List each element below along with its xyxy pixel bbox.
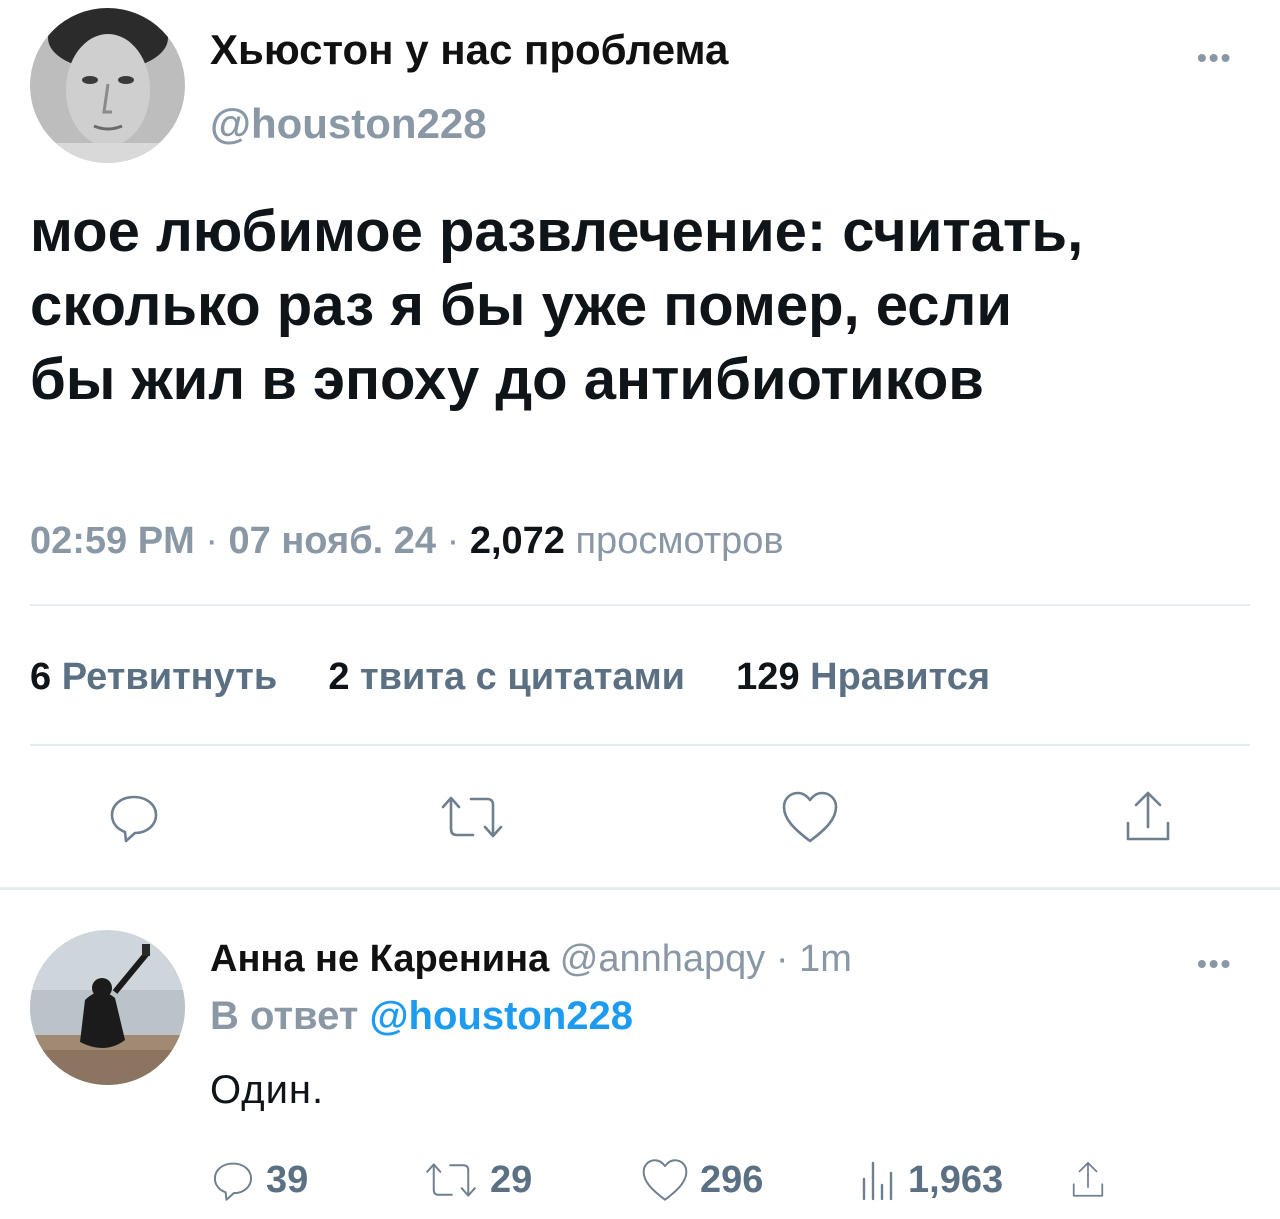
like-icon [642, 1159, 688, 1201]
reply-author-avatar[interactable] [30, 930, 185, 1085]
reply-header: Анна не Каренина @annhapqy · 1m [210, 938, 852, 981]
more-options-icon[interactable]: ••• [1197, 44, 1232, 72]
tweet-text-line: бы жил в эпоху до антибиотиков [30, 347, 984, 412]
reply-likes-button[interactable]: 296 [640, 1157, 763, 1203]
reply-context: В ответ @houston228 [210, 994, 633, 1039]
reply-likes-count: 296 [700, 1158, 764, 1201]
reply-to-handle[interactable]: @houston228 [370, 994, 633, 1038]
reply-views-button[interactable]: 1,963 [858, 1157, 1003, 1203]
reply-text: Один. [210, 1068, 325, 1112]
reply-icon [110, 795, 158, 843]
retweet-icon [441, 796, 503, 838]
reply-more-options-icon[interactable]: ••• [1197, 950, 1232, 978]
reply-retweets-count: 29 [490, 1158, 533, 1201]
tweet-text-line: мое любимое развлечение: считать, [30, 199, 1084, 264]
author-handle[interactable]: @houston228 [210, 100, 487, 148]
quotes-count: 2 [328, 656, 350, 698]
retweets-stat[interactable]: 6 Ретвитнуть [30, 656, 288, 698]
retweet-icon [426, 1163, 476, 1197]
views-icon [862, 1161, 893, 1201]
reply-author-handle[interactable]: @annhapqy [560, 938, 766, 980]
like-button[interactable] [778, 785, 842, 849]
reply-views-count: 1,963 [908, 1158, 1004, 1201]
author-avatar[interactable] [30, 8, 185, 163]
meta-separator: · [205, 520, 218, 562]
tweet-meta: 02:59 PM · 07 нояб. 24 · 2,072 просмотро… [30, 520, 784, 563]
meta-separator: · [775, 938, 789, 980]
likes-stat[interactable]: 129 Нравится [736, 656, 990, 698]
reply-replies-count: 39 [266, 1158, 309, 1201]
likes-count: 129 [736, 656, 800, 698]
retweets-label: Ретвитнуть [61, 656, 278, 698]
share-button[interactable] [1116, 785, 1180, 849]
retweets-count: 6 [30, 656, 52, 698]
reply-icon [213, 1162, 253, 1201]
divider [30, 744, 1250, 746]
reply-author-name[interactable]: Анна не Каренина [210, 938, 549, 980]
author-display-name[interactable]: Хьюстон у нас проблема [210, 26, 728, 74]
divider [0, 887, 1280, 890]
reply-retweets-button[interactable]: 29 [422, 1157, 532, 1203]
quotes-label: твита с цитатами [360, 656, 686, 698]
tweet-time[interactable]: 02:59 PM [30, 520, 195, 562]
tweet-text: мое любимое развлечение: считать, скольк… [30, 195, 1083, 417]
share-icon [1126, 791, 1170, 841]
meta-separator: · [446, 520, 460, 562]
divider [30, 604, 1250, 606]
reply-share-button[interactable] [1068, 1157, 1108, 1203]
retweet-button[interactable] [436, 787, 508, 847]
views-count: 2,072 [469, 520, 565, 562]
likes-label: Нравится [810, 656, 991, 698]
reply-to-prefix: В ответ [210, 994, 359, 1038]
reply-replies-button[interactable]: 39 [210, 1157, 308, 1203]
tweet-date[interactable]: 07 нояб. 24 [229, 520, 437, 562]
share-icon [1072, 1162, 1104, 1197]
like-icon [782, 791, 838, 843]
reply-button[interactable] [102, 785, 166, 849]
tweet-text-line: сколько раз я бы уже помер, если [30, 273, 1013, 338]
engagement-stats: 6 Ретвитнуть 2 твита с цитатами 129 Нрав… [30, 656, 1280, 699]
views-label: просмотров [575, 520, 784, 562]
reply-time[interactable]: 1m [799, 938, 852, 980]
quotes-stat[interactable]: 2 твита с цитатами [328, 656, 695, 698]
